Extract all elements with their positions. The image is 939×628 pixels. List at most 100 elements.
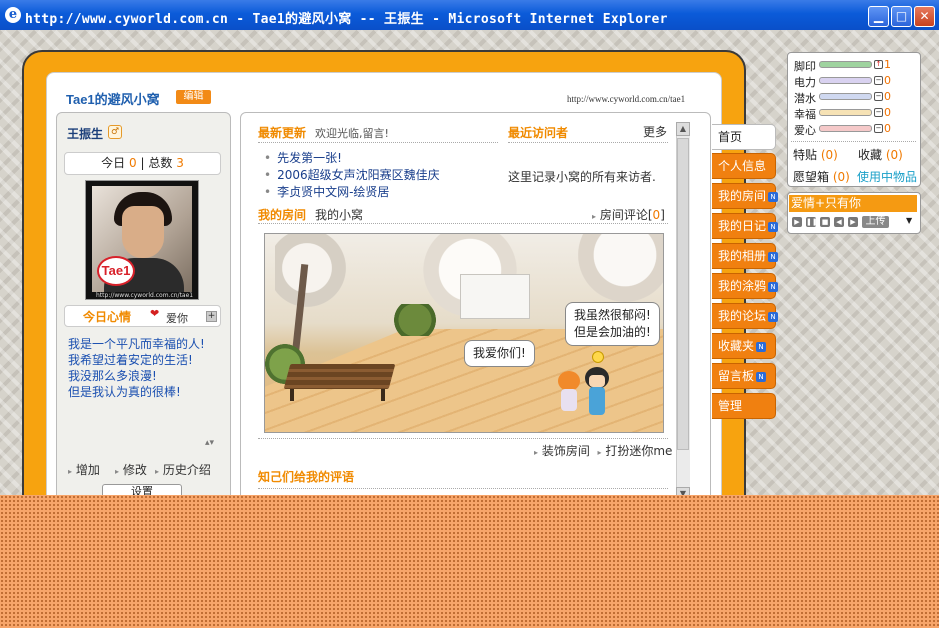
playlist-dropdown-icon[interactable]: ▼ [906,216,912,225]
tab-label: 管理 [718,399,743,413]
bullet-icon: • [264,185,272,199]
stat-minus-icon[interactable]: − [874,108,883,117]
mood-label: 今日心情 [83,310,132,324]
owner-name[interactable]: 王振生 [67,125,103,142]
divider [258,142,498,143]
bush [390,304,440,336]
girl-body [561,389,577,411]
wish-count: (0) [832,170,850,184]
counter-separator: | [140,156,145,170]
today-label: 今日 [101,156,126,170]
upload-button[interactable]: 上传 [862,216,889,228]
minime-girl[interactable] [558,371,580,421]
dress-minime-link[interactable]: 打扮迷你me [605,444,672,458]
minime-boy[interactable] [585,367,609,419]
minihome-url: http://www.cyworld.com.cn/tae1 [567,94,686,104]
news-item[interactable]: • 李贞贤中文网-绘贤居 [264,183,389,200]
tab-guestbook[interactable]: 留言板 N [712,363,776,389]
decorate-room-link[interactable]: 装饰房间 [542,444,590,458]
news-item-label: 李贞贤中文网-绘贤居 [277,185,390,199]
girl-head [558,371,580,391]
minimize-button[interactable]: ▁ [868,6,889,27]
tab-forum[interactable]: 我的论坛 N [712,303,779,329]
bench [283,364,396,389]
total-label: 总数 [148,156,173,170]
divider [791,141,916,142]
more-link[interactable]: 更多 [643,123,667,140]
tab-album[interactable]: 我的相册 N [712,243,779,269]
tab-profile[interactable]: 个人信息 [712,153,776,179]
new-badge-icon: N [768,191,779,202]
scroll-up-button[interactable]: ▲ [676,122,690,136]
collect-counter[interactable]: 收藏 (0) [858,146,903,163]
divider [258,488,668,489]
cherry-tree [565,234,663,304]
tab-label: 我的相册 [718,249,767,263]
mood-plus-button[interactable]: + [206,311,217,322]
new-badge-icon: N [756,341,767,352]
bio-scroll-icon[interactable]: ▴▾ [205,439,214,448]
speech-line: 我虽然很郁闷! [574,308,651,322]
next-icon[interactable]: ▶ [848,217,858,227]
mood-text: 爱你 [166,312,188,325]
news-item[interactable]: • 先发第一张! [264,149,342,166]
stat-bar [819,61,872,68]
stat-value: 0 [884,90,891,103]
tab-label: 我的房间 [718,189,767,203]
wish-counter[interactable]: 愿望箱 (0) [793,168,850,185]
maximize-button[interactable]: □ [891,6,912,27]
room-title: 我的房间 [258,208,307,222]
stat-value: 0 [884,106,891,119]
room-comment-count: 0 [652,208,661,222]
prev-icon[interactable]: ◀ [834,217,844,227]
tab-diary[interactable]: 我的日记 N [712,213,779,239]
divider [258,223,668,224]
stat-bar [819,125,872,132]
window-titlebar[interactable]: e http://www.cyworld.com.cn - Tae1的避风小窝 … [0,0,939,30]
modify-link-label: 修改 [122,463,147,477]
window-title: http://www.cyworld.com.cn - Tae1的避风小窝 --… [25,12,668,27]
special-count: (0) [820,148,838,162]
stat-label: 电力 [794,76,816,89]
room-actions: ▸ 装饰房间 ▸ 打扮迷你me [534,442,672,459]
cherry-tree [275,234,355,319]
tab-room[interactable]: 我的房间 N [712,183,779,209]
news-item[interactable]: • 2006超级女声沈阳赛区魏佳庆 [264,166,440,183]
tab-favorites[interactable]: 收藏夹 N [712,333,776,359]
stat-bar [819,77,872,84]
play-icon[interactable]: ▶ [792,217,802,227]
scrollbar-thumb[interactable] [677,138,689,450]
pause-icon[interactable]: ❚❚ [806,217,818,227]
stat-minus-icon[interactable]: − [874,76,883,85]
tab-label: 我的论坛 [718,309,767,323]
stop-icon[interactable]: ■ [820,217,830,227]
bio-line: 我希望过着安定的生活! [68,353,193,367]
ie-logo-icon: e [5,7,21,23]
special-counter[interactable]: 特贴 (0) [793,146,838,163]
tab-manage[interactable]: 管理 [712,393,776,419]
tab-label: 收藏夹 [718,339,755,353]
modify-link[interactable]: ▸ 修改 [115,461,147,478]
room-comment-link[interactable]: ▸ 房间评论[0] [592,206,665,223]
close-button[interactable]: ✕ [914,6,935,27]
stat-minus-icon[interactable]: − [874,92,883,101]
bio-line: 但是我认为真的很棒! [68,385,181,399]
edit-title-button[interactable]: 编辑 [176,90,211,104]
history-link[interactable]: ▸ 历史介绍 [155,461,211,478]
items-in-use-link[interactable]: 使用中物品 [857,168,917,185]
add-link[interactable]: ▸ 增加 [68,461,100,478]
profile-photo[interactable]: Tae1 [92,186,192,292]
dotted-overlay [0,495,939,628]
tab-home[interactable]: 首页 [712,124,776,150]
stat-minus-icon[interactable]: − [874,124,883,133]
room-comment-label: 房间评论 [599,208,648,222]
bio-line: 我没那么多浪漫! [68,369,157,383]
bullet-icon: • [264,168,272,182]
visit-counter: 今日 0 | 总数 3 [64,152,221,175]
stat-label: 脚印 [794,60,816,73]
tab-doodle[interactable]: 我的涂鸦 N [712,273,779,299]
miniroom-image[interactable]: 我爱你们! 我虽然很郁闷! 但是会加油的! [264,233,664,433]
photo-face [122,206,164,258]
news-item-label: 先发第一张! [277,151,342,165]
stat-up-icon[interactable]: ↑ [874,60,883,69]
